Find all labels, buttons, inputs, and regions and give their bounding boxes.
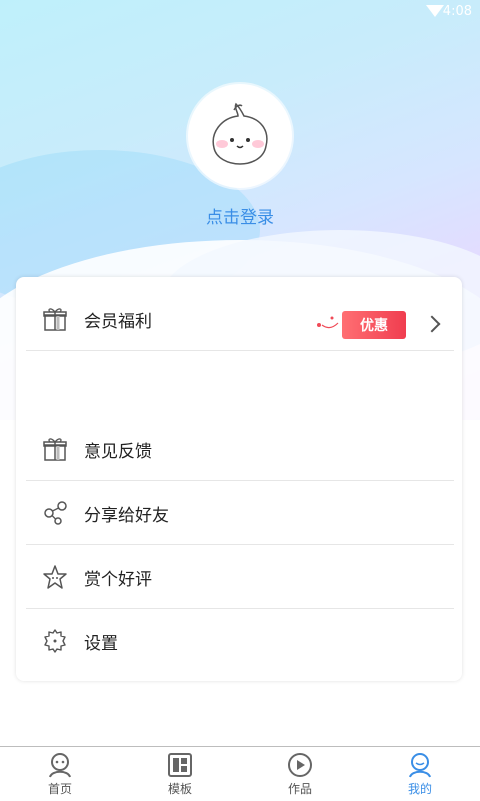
nav-label: 作品	[287, 782, 312, 796]
template-icon	[168, 753, 192, 777]
gear-icon	[40, 626, 70, 656]
status-time: 4:08	[442, 4, 472, 19]
bottom-nav: 首页 模板 作品 我的	[0, 746, 480, 801]
menu-item-label: 赏个好评	[84, 569, 152, 590]
chevron-right-icon	[423, 315, 441, 333]
dumpling-mascot-icon	[212, 102, 268, 165]
profile-icon	[409, 753, 431, 778]
menu-item-share[interactable]: 分享给好友	[26, 481, 454, 545]
star-icon	[40, 562, 70, 592]
nav-label: 首页	[47, 782, 72, 796]
gift-icon	[40, 304, 70, 334]
nav-tab-home[interactable]: 首页	[0, 747, 120, 801]
menu-item-vip[interactable]: 会员福利 优惠	[26, 287, 454, 351]
menu-item-rate[interactable]: 赏个好评	[26, 545, 454, 609]
user-home-icon	[49, 753, 71, 778]
login-link[interactable]: 点击登录	[0, 203, 480, 228]
share-icon	[40, 498, 70, 528]
nav-tab-works[interactable]: 作品	[240, 747, 360, 801]
nav-label: 我的	[407, 782, 432, 796]
menu-card: 会员福利 优惠 意见反馈 分享给好友 赏个好评 设置	[16, 277, 462, 681]
play-icon	[288, 753, 312, 777]
menu-item-label: 分享给好友	[84, 505, 169, 526]
menu-item-feedback[interactable]: 意见反馈	[26, 417, 454, 481]
sparkle-icon	[317, 316, 339, 329]
menu-item-settings[interactable]: 设置	[26, 609, 454, 673]
menu-item-label: 意见反馈	[84, 441, 152, 462]
menu-item-label: 会员福利	[84, 311, 152, 332]
menu-item-label: 设置	[84, 633, 118, 654]
divider	[26, 350, 454, 351]
wifi-icon	[426, 5, 444, 17]
status-bar: 4:08	[0, 0, 480, 24]
avatar[interactable]	[188, 84, 292, 188]
promo-badge: 优惠	[342, 311, 406, 339]
nav-tab-mine[interactable]: 我的	[360, 747, 480, 801]
gift-icon	[40, 434, 70, 464]
nav-label: 模板	[167, 782, 192, 796]
nav-tab-templates[interactable]: 模板	[120, 747, 240, 801]
